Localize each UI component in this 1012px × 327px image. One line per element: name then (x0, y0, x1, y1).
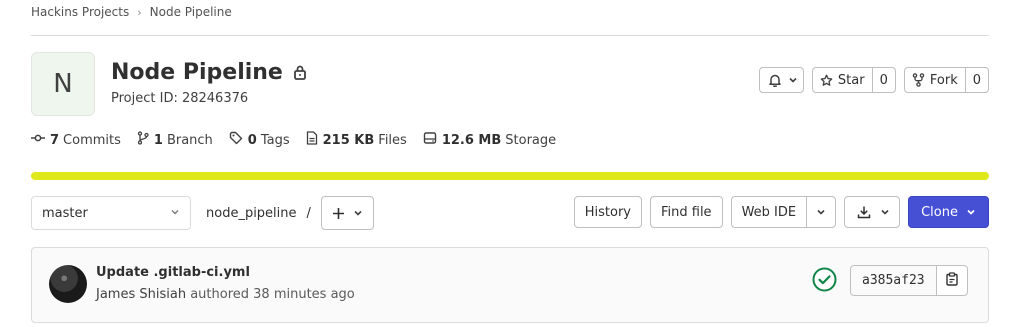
project-stats: 7 Commits 1 Branch 0 Tags 215 KB Files 1… (31, 131, 572, 149)
commit-meta: James Shisiah authored 38 minutes ago (96, 287, 355, 302)
path-separator: / (306, 205, 311, 221)
add-file-dropdown[interactable] (321, 196, 374, 230)
tags-stat[interactable]: 0 Tags (229, 131, 290, 149)
star-button[interactable]: Star (813, 68, 872, 92)
pipeline-status-passed-icon[interactable] (812, 267, 837, 296)
last-commit-panel: Update .gitlab-ci.yml James Shisiah auth… (31, 247, 989, 323)
files-size: 215 KB (322, 132, 375, 148)
notification-dropdown[interactable] (758, 67, 804, 93)
fork-button[interactable]: Fork (905, 68, 965, 92)
branches-stat[interactable]: 1 Branch (137, 131, 213, 149)
commit-title-link[interactable]: Update .gitlab-ci.yml (96, 265, 250, 280)
repository-path: node_pipeline / (206, 196, 311, 230)
storage-icon (423, 131, 442, 149)
tag-icon (229, 131, 248, 149)
commits-stat[interactable]: 7 Commits (31, 131, 121, 149)
download-icon (857, 205, 871, 219)
branch-icon (137, 131, 154, 149)
copy-sha-button[interactable] (935, 266, 967, 295)
project-actions: Star 0 Fork 0 (758, 67, 989, 93)
storage-size: 12.6 MB (441, 132, 502, 148)
branches-count: 1 (153, 132, 163, 148)
commits-count: 7 (50, 132, 60, 148)
repository-language-bar (31, 172, 989, 180)
star-button-group: Star 0 (811, 67, 896, 93)
breadcrumb-group-link[interactable]: Hackins Projects (31, 5, 129, 19)
download-dropdown[interactable] (844, 196, 901, 228)
files-stat[interactable]: 215 KB Files (306, 131, 407, 149)
chevron-down-icon (816, 207, 826, 217)
find-file-label: Find file (660, 204, 712, 220)
fork-icon (912, 73, 925, 87)
chevron-down-icon (788, 75, 798, 85)
chevron-down-icon (353, 208, 363, 218)
project-avatar: N (31, 52, 95, 116)
project-title-row: Node Pipeline (111, 56, 307, 88)
path-root-link[interactable]: node_pipeline (206, 206, 297, 221)
fork-label: Fork (929, 72, 958, 88)
history-label: History (584, 204, 631, 220)
find-file-button[interactable]: Find file (649, 196, 723, 228)
header-divider (31, 35, 989, 36)
commit-sha[interactable]: a385af23 (851, 266, 936, 295)
web-ide-button[interactable]: Web IDE (732, 197, 807, 227)
web-ide-dropdown-toggle[interactable] (806, 197, 835, 227)
breadcrumb: Hackins Projects › Node Pipeline (31, 4, 232, 20)
clone-dropdown[interactable]: Clone (908, 196, 989, 228)
file-icon (306, 131, 323, 149)
files-label: Files (378, 132, 407, 148)
chevron-down-icon (880, 207, 890, 217)
storage-label: Storage (505, 132, 557, 148)
project-title: Node Pipeline (111, 59, 283, 85)
commit-action: authored (190, 287, 250, 302)
fork-count[interactable]: 0 (964, 68, 988, 92)
chevron-down-icon (966, 207, 976, 217)
commit-time: 38 minutes ago (253, 287, 355, 302)
branches-label: Branch (166, 132, 213, 148)
project-avatar-initial: N (53, 69, 73, 99)
branch-name: master (42, 205, 88, 221)
commit-sha-group: a385af23 (850, 265, 968, 296)
storage-stat[interactable]: 12.6 MB Storage (423, 131, 556, 149)
commit-author-link[interactable]: James Shisiah (96, 287, 186, 302)
commit-icon (31, 131, 50, 149)
chevron-down-icon (170, 206, 180, 221)
star-icon (820, 74, 833, 87)
star-label: Star (837, 72, 865, 88)
plus-icon (332, 207, 345, 220)
history-button[interactable]: History (573, 196, 642, 228)
breadcrumb-project-link[interactable]: Node Pipeline (150, 5, 232, 19)
clipboard-icon (945, 271, 958, 290)
repository-toolbar: History Find file Web IDE Clone (573, 196, 989, 228)
bell-icon (768, 73, 782, 87)
clone-label: Clone (921, 204, 958, 220)
chevron-right-icon: › (137, 5, 142, 19)
project-id: Project ID: 28246376 (111, 91, 249, 106)
web-ide-split-button: Web IDE (730, 196, 837, 228)
commit-author-avatar[interactable] (49, 265, 87, 303)
lock-icon (293, 64, 307, 80)
fork-button-group: Fork 0 (903, 67, 989, 93)
branch-selector[interactable]: master (31, 196, 191, 230)
star-count[interactable]: 0 (871, 68, 895, 92)
tags-count: 0 (247, 132, 257, 148)
commits-label: Commits (63, 132, 121, 148)
tags-label: Tags (260, 132, 290, 148)
